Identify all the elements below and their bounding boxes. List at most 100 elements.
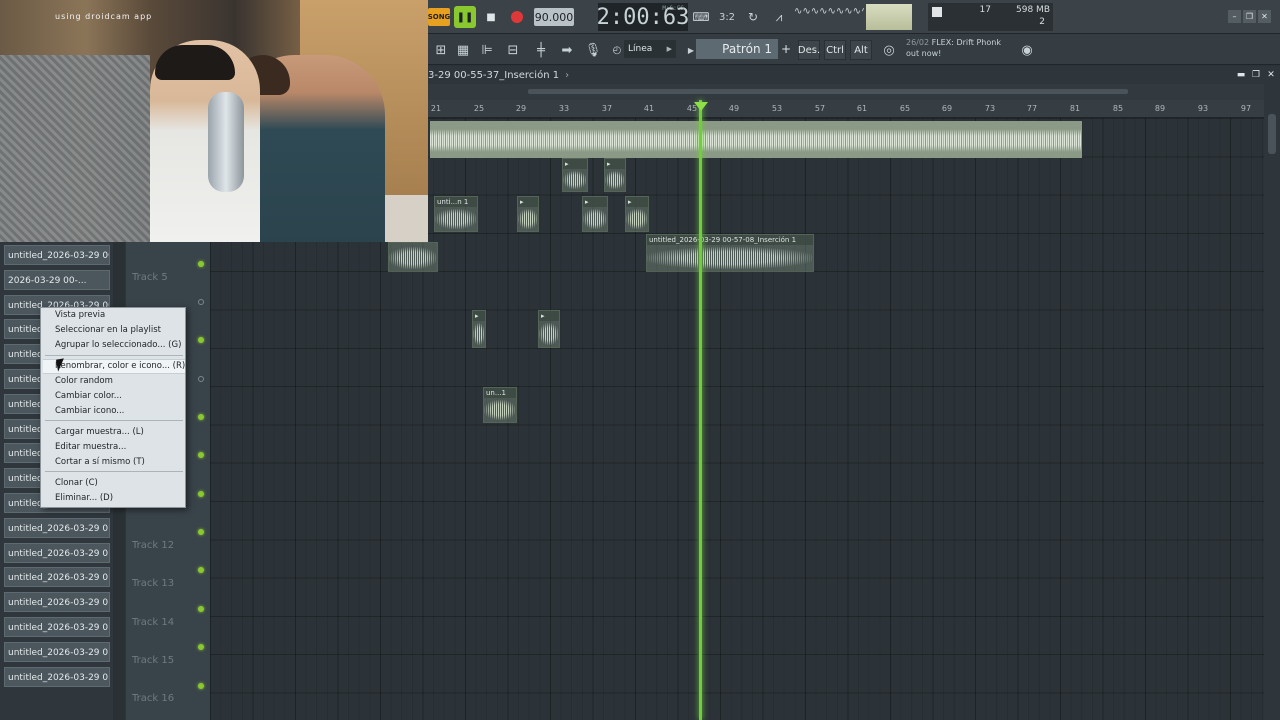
add-pattern-button[interactable]: + <box>779 39 793 59</box>
track-mute-icon[interactable] <box>198 337 204 343</box>
browser-item[interactable]: untitled_2026-03-29 01-... <box>4 666 110 687</box>
context-menu-item[interactable]: Cambiar icono... <box>55 404 124 418</box>
metronome-icon[interactable]: ⩘ <box>768 6 790 28</box>
playlist-maximize-icon[interactable]: ❐ <box>1251 70 1261 80</box>
scroll-thumb[interactable] <box>1268 114 1276 154</box>
channel-rack-icon[interactable]: ▦ <box>452 39 474 61</box>
ruler-tick-label: 49 <box>728 104 740 113</box>
plugin-picker-icon[interactable]: ➡ <box>556 39 578 61</box>
context-menu-item[interactable]: Renombrar, color e icono... (R) <box>55 359 185 373</box>
vertical-scroll-bar[interactable] <box>1264 84 1280 720</box>
track-mute-icon[interactable] <box>198 567 204 573</box>
time-display[interactable]: M:S:CS 2:00:63 <box>597 3 689 31</box>
audio-clip[interactable]: un...1 <box>483 387 517 423</box>
ruler-tick-label: 61 <box>856 104 868 113</box>
track-mute-icon[interactable] <box>198 414 204 420</box>
playlist-minimize-icon[interactable]: ▬ <box>1236 70 1246 80</box>
audio-clip[interactable]: ▸ <box>562 158 588 192</box>
playhead[interactable] <box>699 100 702 720</box>
minimize-icon[interactable]: – <box>1228 10 1241 23</box>
pattern-select[interactable]: Patrón 1 <box>696 39 778 59</box>
snap-select[interactable]: Línea ▶ <box>624 40 676 58</box>
ruler-tick-label: 41 <box>643 104 655 113</box>
track-mute-icon[interactable] <box>198 452 204 458</box>
track-label[interactable]: Track 13 <box>132 578 174 589</box>
track-mute-icon[interactable] <box>198 644 204 650</box>
browser-toggle-icon[interactable]: ╪ <box>530 39 552 61</box>
browser-item[interactable]: untitled_2026-03-29 00-... <box>4 245 110 265</box>
context-menu-item[interactable]: Clonar (C) <box>55 476 98 490</box>
news-panel[interactable]: 26/02 FLEX: Drift Phonk out now! <box>906 37 1016 63</box>
chevron-right-icon: › <box>565 69 570 81</box>
audio-clip[interactable]: untitled_2026-03-29 00-57-08_Inserción 1 <box>646 234 814 272</box>
browser-item[interactable]: untitled_2026-03-29 01-... <box>4 567 110 588</box>
mixer-icon[interactable]: ⊟ <box>502 39 524 61</box>
track-mute-icon[interactable] <box>198 261 204 267</box>
webcam-overlay: using droidcam app <box>0 0 428 242</box>
track-label[interactable]: Track 12 <box>132 540 174 551</box>
track-label[interactable]: Track 14 <box>132 617 174 628</box>
audio-clip[interactable]: ▸ <box>582 196 608 232</box>
track-mute-icon[interactable] <box>198 683 204 689</box>
playlist-close-icon[interactable]: ✕ <box>1266 70 1276 80</box>
globe-icon[interactable]: ◉ <box>1016 39 1038 61</box>
browser-item[interactable]: untitled_2026-03-29 01-... <box>4 641 110 662</box>
playlist-view-icon[interactable]: ⊞ <box>430 39 452 61</box>
maximize-icon[interactable]: ❐ <box>1243 10 1256 23</box>
context-menu-item[interactable]: Vista previa <box>55 308 105 322</box>
horizontal-scroll-bar[interactable] <box>428 84 1280 100</box>
audio-clip[interactable]: ▸ <box>517 196 539 232</box>
track-label[interactable]: Track 15 <box>132 655 174 666</box>
browser-item[interactable]: untitled_2026-03-29 01-... <box>4 542 110 563</box>
timeline-ruler[interactable]: 21 25 29 33 37 41 45 49 53 57 61 65 69 73 77 81 85 89 93 97 <box>428 100 1264 118</box>
track-label[interactable]: Track 16 <box>132 693 174 704</box>
playlist-title-bar: 3-29 00-55-37_Inserción 1 › <box>428 66 1280 84</box>
track-mute-icon[interactable] <box>198 529 204 535</box>
context-menu-item[interactable]: Agrupar lo seleccionado... (G) <box>55 338 181 352</box>
scroll-thumb[interactable] <box>528 89 1128 94</box>
browser-item[interactable]: untitled_2026-03-29 01-... <box>4 592 110 613</box>
browser-item[interactable]: untitled_2026-03-29 01-... <box>4 617 110 637</box>
audio-clip[interactable]: ▸ <box>472 310 486 348</box>
piano-roll-icon[interactable]: ⊫ <box>476 39 498 61</box>
context-menu-item[interactable]: Seleccionar en la playlist <box>55 323 161 337</box>
webcam-watermark: using droidcam app <box>55 12 153 21</box>
microphone-icon[interactable]: 🎙 <box>582 39 604 61</box>
song-mode-button[interactable]: SONG <box>428 8 450 26</box>
tempo-display[interactable]: 90.000 <box>534 8 574 26</box>
news-icon[interactable]: ◎ <box>878 39 900 61</box>
audio-clip[interactable]: ▸ <box>538 310 560 348</box>
step-edit-icon[interactable]: 3:2 <box>716 6 738 28</box>
audio-clip[interactable] <box>388 242 438 272</box>
oscilloscope-monitor: ∿∿∿∿∿∿∿∿∿∿∿∿ <box>794 6 864 17</box>
audio-clip[interactable]: ▸ <box>625 196 649 232</box>
playhead-marker-icon[interactable] <box>694 102 708 111</box>
context-menu-item[interactable]: Eliminar... (D) <box>55 491 113 505</box>
browser-item[interactable]: 2026-03-29 00-... <box>4 269 110 290</box>
pause-button[interactable]: ❚❚ <box>454 6 476 28</box>
ruler-tick-label: 73 <box>984 104 996 113</box>
close-icon[interactable]: ✕ <box>1258 10 1271 23</box>
loop-record-icon[interactable]: ↻ <box>742 6 764 28</box>
track-mute-icon[interactable] <box>198 299 204 305</box>
context-menu-item[interactable]: Color random <box>55 374 113 388</box>
des-button[interactable]: Des. <box>798 40 820 60</box>
track-mute-icon[interactable] <box>198 491 204 497</box>
context-menu-item[interactable]: Cambiar color... <box>55 389 122 403</box>
record-button[interactable] <box>506 6 528 28</box>
typing-keyboard-icon[interactable]: ⌨ <box>690 6 712 28</box>
track-mute-icon[interactable] <box>198 606 204 612</box>
master-volume-meter[interactable] <box>866 4 912 30</box>
stop-button[interactable]: ■ <box>480 6 502 28</box>
ctrl-button[interactable]: Ctrl <box>824 40 846 60</box>
track-label[interactable]: Track 5 <box>132 272 168 283</box>
context-menu-item[interactable]: Cortar a sí mismo (T) <box>55 455 145 469</box>
browser-item[interactable]: untitled_2026-03-29 01-... <box>4 517 110 538</box>
audio-clip[interactable]: unti...n 1 <box>434 196 478 232</box>
audio-clip[interactable]: ▸ <box>604 158 626 192</box>
context-menu-item[interactable]: Cargar muestra... (L) <box>55 425 144 439</box>
audio-clip-master[interactable] <box>430 121 1082 158</box>
track-mute-icon[interactable] <box>198 376 204 382</box>
context-menu-item[interactable]: Editar muestra... <box>55 440 126 454</box>
alt-button[interactable]: Alt <box>850 40 872 60</box>
